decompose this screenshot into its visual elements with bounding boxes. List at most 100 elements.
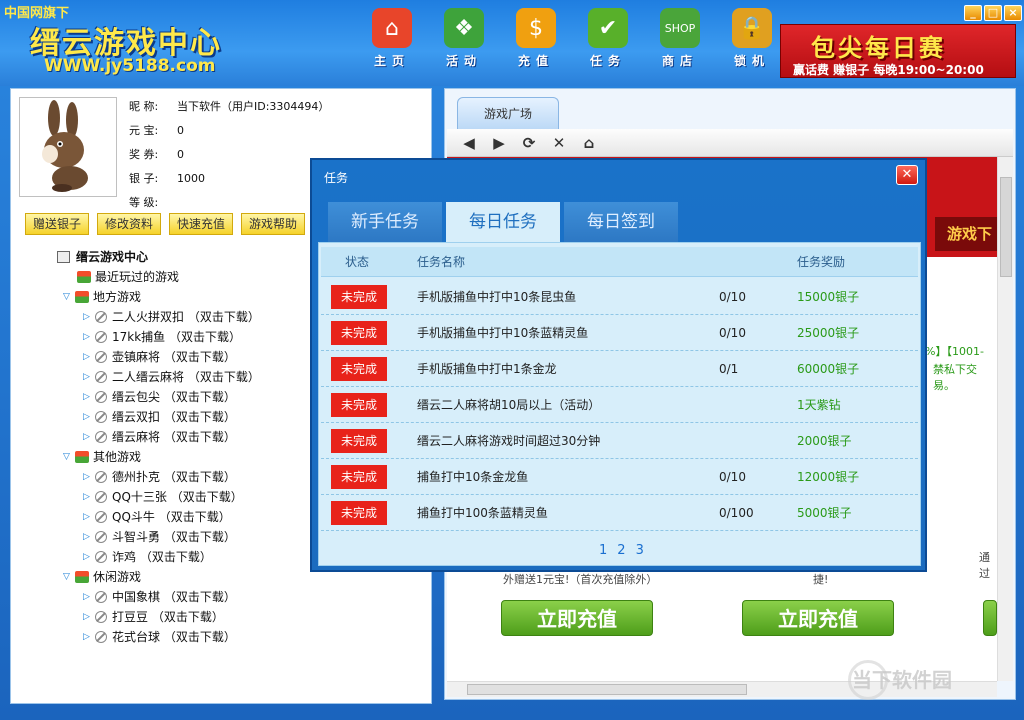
table-row[interactable]: 未完成 手机版捕鱼中打中1条金龙 0/1 60000银子 <box>321 351 918 387</box>
nav-item-shop-bag[interactable]: SHOP 商店 <box>644 8 716 78</box>
back-arrow-icon[interactable]: ◀ <box>461 135 477 151</box>
tree-group[interactable]: ▽ 地方游戏 <box>63 287 260 307</box>
collapse-arrow-icon[interactable]: ▷ <box>83 487 95 507</box>
yuanbao-label: 元 宝: <box>129 124 159 137</box>
close-window-button[interactable]: × <box>1004 5 1022 21</box>
collapse-arrow-icon[interactable]: ▷ <box>83 587 95 607</box>
collapse-arrow-icon[interactable]: ▷ <box>83 467 95 487</box>
expand-arrow-icon[interactable]: ▽ <box>63 447 75 467</box>
collapse-arrow-icon[interactable]: ▷ <box>83 387 95 407</box>
home-icon: ⌂ <box>372 8 412 48</box>
tree-group[interactable]: ▽ 休闲游戏 <box>63 567 260 587</box>
nav-item-checklist[interactable]: ✔ 任务 <box>572 8 644 78</box>
tree-game-item[interactable]: ▷ 缙云双扣 （双击下载） <box>83 407 260 427</box>
collapse-arrow-icon[interactable]: ▷ <box>83 527 95 547</box>
avatar[interactable] <box>19 97 117 197</box>
banner-title: 包尖每日赛 <box>811 34 946 62</box>
vertical-scroll-thumb[interactable] <box>1000 177 1012 277</box>
charge-button-3[interactable] <box>983 600 997 636</box>
nav-item-coin[interactable]: $ 充值 <box>500 8 572 78</box>
tree-game-item[interactable]: ▷ 诈鸡 （双击下载） <box>83 547 260 567</box>
table-row[interactable]: 未完成 缙云二人麻将游戏时间超过30分钟 2000银子 <box>321 423 918 459</box>
tab-game-plaza[interactable]: 游戏广场 <box>457 97 559 129</box>
status-badge: 未完成 <box>331 429 387 453</box>
tree-root[interactable]: 缙云游戏中心 <box>57 247 260 267</box>
page-link-2[interactable]: 2 <box>617 543 625 558</box>
tree-recent[interactable]: 最近玩过的游戏 <box>77 267 260 287</box>
table-row[interactable]: 未完成 手机版捕鱼中打中10条蓝精灵鱼 0/10 25000银子 <box>321 315 918 351</box>
tree-game-label: 缙云双扣 （双击下载） <box>112 410 236 424</box>
charge-button-2[interactable]: 立即充值 <box>742 600 894 636</box>
action-button-3[interactable]: 游戏帮助 <box>241 213 306 235</box>
tree-game-item[interactable]: ▷ 打豆豆 （双击下载） <box>83 607 260 627</box>
tab-daily-checkin[interactable]: 每日签到 <box>564 202 678 242</box>
table-row[interactable]: 未完成 缙云二人麻将胡10局以上（活动） 1天紫钻 <box>321 387 918 423</box>
forward-arrow-icon[interactable]: ▶ <box>491 135 507 151</box>
horizontal-scroll-thumb[interactable] <box>467 684 747 695</box>
tree-game-item[interactable]: ▷ 斗智斗勇 （双击下载） <box>83 527 260 547</box>
stop-icon[interactable]: ✕ <box>551 135 567 151</box>
page-link-1[interactable]: 1 <box>599 543 607 558</box>
tab-newbie-tasks[interactable]: 新手任务 <box>328 202 442 242</box>
tree-game-item[interactable]: ▷ 壶镇麻将 （双击下载） <box>83 347 260 367</box>
home-icon[interactable]: ⌂ <box>581 135 597 151</box>
tree-game-item[interactable]: ▷ 德州扑克 （双击下载） <box>83 467 260 487</box>
app-window: 中国网旗下 缙云游戏中心 WWW.jy5188.com ⌂ 主页 ❖ 活动 $ 充值 ✔ 任务… <box>0 0 1024 720</box>
collapse-arrow-icon[interactable]: ▷ <box>83 627 95 647</box>
action-button-0[interactable]: 赠送银子 <box>25 213 90 235</box>
nav-item-home[interactable]: ⌂ 主页 <box>356 8 428 78</box>
collapse-arrow-icon[interactable]: ▷ <box>83 427 95 447</box>
task-progress: 0/10 <box>719 326 746 340</box>
collapse-arrow-icon[interactable]: ▷ <box>83 347 95 367</box>
table-row[interactable]: 未完成 捕鱼打中100条蓝精灵鱼 0/100 5000银子 <box>321 495 918 531</box>
tree-root-label: 缙云游戏中心 <box>76 250 149 264</box>
maximize-button[interactable]: □ <box>984 5 1002 21</box>
charge-button-1[interactable]: 立即充值 <box>501 600 653 636</box>
tree-group[interactable]: ▽ 其他游戏 <box>63 447 260 467</box>
tree-game-label: 花式台球 （双击下载） <box>112 630 236 644</box>
collapse-arrow-icon[interactable]: ▷ <box>83 547 95 567</box>
tree-game-label: QQ斗牛 （双击下载） <box>112 510 231 524</box>
tree-game-item[interactable]: ▷ 二人缙云麻将 （双击下载） <box>83 367 260 387</box>
tree-game-item[interactable]: ▷ 二人火拼双扣 （双击下载） <box>83 307 260 327</box>
tree-game-item[interactable]: ▷ QQ斗牛 （双击下载） <box>83 507 260 527</box>
collapse-arrow-icon[interactable]: ▷ <box>83 507 95 527</box>
nav-label: 商店 <box>661 54 698 68</box>
refresh-icon[interactable]: ⟳ <box>521 135 537 151</box>
collapse-arrow-icon[interactable]: ▷ <box>83 327 95 347</box>
expand-arrow-icon[interactable]: ▽ <box>63 287 75 307</box>
calendar-icon <box>57 251 70 263</box>
tree-game-item[interactable]: ▷ 缙云麻将 （双击下载） <box>83 427 260 447</box>
expand-arrow-icon[interactable]: ▽ <box>63 567 75 587</box>
table-row[interactable]: 未完成 捕鱼打中10条金龙鱼 0/10 12000银子 <box>321 459 918 495</box>
collapse-arrow-icon[interactable]: ▷ <box>83 407 95 427</box>
dialog-close-button[interactable]: ✕ <box>896 165 918 185</box>
tree-game-item[interactable]: ▷ 花式台球 （双击下载） <box>83 627 260 647</box>
table-row[interactable]: 未完成 手机版捕鱼中打中10条昆虫鱼 0/10 15000银子 <box>321 279 918 315</box>
lock-icon: 🔒 <box>732 8 772 48</box>
status-badge: 未完成 <box>331 321 387 345</box>
promo-banner[interactable]: 包尖每日赛 赢话费 赚银子 每晚19:00~20:00 <box>780 24 1016 78</box>
tab-daily-tasks[interactable]: 每日任务 <box>446 202 560 242</box>
action-button-2[interactable]: 快速充值 <box>169 213 234 235</box>
tree-game-item[interactable]: ▷ 17kk捕鱼 （双击下载） <box>83 327 260 347</box>
tree-game-item[interactable]: ▷ 缙云包尖 （双击下载） <box>83 387 260 407</box>
nav-item-lock[interactable]: 🔒 锁机 <box>716 8 788 78</box>
nav-item-gift[interactable]: ❖ 活动 <box>428 8 500 78</box>
not-installed-icon <box>95 331 107 343</box>
page-link-3[interactable]: 3 <box>636 543 644 558</box>
task-progress: 0/10 <box>719 470 746 484</box>
minimize-button[interactable]: _ <box>964 5 982 21</box>
collapse-arrow-icon[interactable]: ▷ <box>83 367 95 387</box>
tree-game-label: 17kk捕鱼 （双击下载） <box>112 330 241 344</box>
vertical-scrollbar[interactable] <box>997 157 1013 681</box>
game-download-tab[interactable]: 游戏下 <box>935 217 999 251</box>
tree-game-item[interactable]: ▷ QQ十三张 （双击下载） <box>83 487 260 507</box>
task-progress: 0/100 <box>719 506 754 520</box>
collapse-arrow-icon[interactable]: ▷ <box>83 307 95 327</box>
tree-game-item[interactable]: ▷ 中国象棋 （双击下载） <box>83 587 260 607</box>
action-button-1[interactable]: 修改资料 <box>97 213 162 235</box>
collapse-arrow-icon[interactable]: ▷ <box>83 607 95 627</box>
house-icon <box>75 451 89 463</box>
tree-game-label: 壶镇麻将 （双击下载） <box>112 350 236 364</box>
